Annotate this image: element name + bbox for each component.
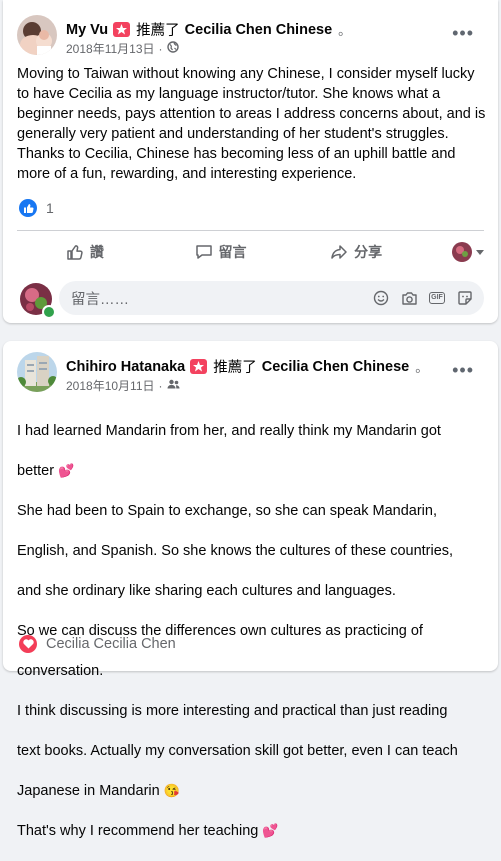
- reaction-summary[interactable]: Cecilia Cecilia Chen: [19, 635, 176, 653]
- page-name[interactable]: Cecilia Chen Chinese: [185, 22, 332, 38]
- share-button[interactable]: 分享: [288, 242, 424, 262]
- post-title-line: Chihiro Hatanaka 推薦了 Cecilia Chen Chines…: [66, 356, 428, 377]
- profile-avatar-icon: [452, 242, 473, 262]
- recommends-text: 推薦了: [213, 360, 257, 376]
- author-name[interactable]: Chihiro Hatanaka: [66, 359, 185, 375]
- post-meta: 2018年10月11日 ·: [66, 377, 180, 394]
- sticker-icon[interactable]: [456, 289, 474, 307]
- post-meta: 2018年11月13日 ·: [66, 40, 179, 57]
- review-line-with-emoji: That's why I recommend her teaching 💕: [17, 821, 487, 841]
- review-line: text books. Actually my conversation ski…: [17, 743, 458, 759]
- title-separator: 。: [338, 23, 352, 38]
- friends-icon: [167, 378, 180, 393]
- title-separator: 。: [415, 360, 429, 375]
- post-actions: 讚 留言 分享: [17, 236, 485, 268]
- kissing-face-emoji-icon: 😘: [163, 783, 180, 798]
- review-text: I had learned Mandarin from her, and rea…: [17, 401, 487, 861]
- camera-icon[interactable]: [400, 289, 418, 307]
- post-date[interactable]: 2018年10月11日: [66, 377, 155, 394]
- post-title-line: My Vu 推薦了 Cecilia Chen Chinese 。: [66, 19, 351, 40]
- review-post: My Vu 推薦了 Cecilia Chen Chinese 。 2018年11…: [3, 0, 498, 323]
- reaction-count: 1: [46, 200, 54, 216]
- share-icon: [331, 245, 347, 259]
- two-hearts-emoji-icon: 💕: [58, 463, 75, 478]
- reaction-identity-selector[interactable]: [424, 242, 485, 262]
- author-name[interactable]: My Vu: [66, 22, 108, 38]
- reactor-name: Cecilia Cecilia Chen: [46, 636, 176, 652]
- divider: [17, 230, 484, 231]
- meta-separator: ·: [158, 41, 163, 56]
- comment-icon: [195, 245, 212, 259]
- like-label: 讚: [89, 244, 104, 260]
- review-line: English, and Spanish. So she knows the c…: [17, 543, 454, 559]
- review-line: better: [17, 463, 55, 479]
- review-line: Japanese in Mandarin: [17, 783, 160, 799]
- emoji-icon[interactable]: [372, 289, 390, 307]
- comment-composer: 留言…… GIF: [17, 281, 484, 319]
- recommend-icon: [190, 359, 208, 374]
- comment-placeholder: 留言……: [71, 291, 129, 308]
- two-hearts-emoji-icon: 💕: [262, 823, 279, 838]
- review-post: Chihiro Hatanaka 推薦了 Cecilia Chen Chines…: [3, 341, 498, 839]
- caret-down-icon: [476, 250, 485, 255]
- post-header: Chihiro Hatanaka 推薦了 Cecilia Chen Chines…: [17, 352, 488, 394]
- online-status-indicator: [42, 305, 56, 319]
- comment-input[interactable]: 留言…… GIF: [59, 281, 484, 315]
- review-line: That's why I recommend her teaching: [17, 823, 259, 839]
- share-label: 分享: [354, 244, 383, 260]
- page-name[interactable]: Cecilia Chen Chinese: [262, 359, 409, 375]
- comment-label: 留言: [218, 244, 247, 260]
- thumbs-up-icon: [67, 245, 83, 260]
- author-avatar[interactable]: [17, 15, 57, 55]
- review-line: and she ordinary like sharing each cultu…: [17, 583, 396, 599]
- review-line: conversation.: [17, 663, 104, 679]
- love-reaction-icon: [19, 635, 37, 653]
- globe-icon: [166, 41, 179, 56]
- post-header: My Vu 推薦了 Cecilia Chen Chinese 。 2018年11…: [17, 15, 488, 57]
- reaction-summary[interactable]: 1: [19, 199, 54, 217]
- review-line: I think discussing is more interesting a…: [17, 703, 448, 719]
- review-line: She had been to Spain to exchange, so sh…: [17, 503, 437, 519]
- meta-separator: ·: [158, 378, 163, 393]
- review-line: I had learned Mandarin from her, and rea…: [17, 423, 441, 439]
- composer-tools: GIF: [372, 289, 474, 307]
- review-text: Moving to Taiwan without knowing any Chi…: [17, 66, 486, 182]
- more-options-icon[interactable]: •••: [452, 361, 474, 379]
- more-options-icon[interactable]: •••: [452, 24, 474, 42]
- recommends-text: 推薦了: [136, 23, 180, 39]
- author-avatar[interactable]: [17, 352, 57, 392]
- post-date[interactable]: 2018年11月13日: [66, 40, 155, 57]
- comment-button[interactable]: 留言: [153, 242, 289, 262]
- review-line-with-emoji: Japanese in Mandarin 😘: [17, 781, 487, 801]
- recommend-icon: [113, 22, 131, 37]
- like-button[interactable]: 讚: [17, 242, 153, 262]
- gif-icon[interactable]: GIF: [428, 289, 446, 307]
- like-reaction-icon: [19, 199, 37, 217]
- review-line-with-emoji: better 💕: [17, 461, 487, 481]
